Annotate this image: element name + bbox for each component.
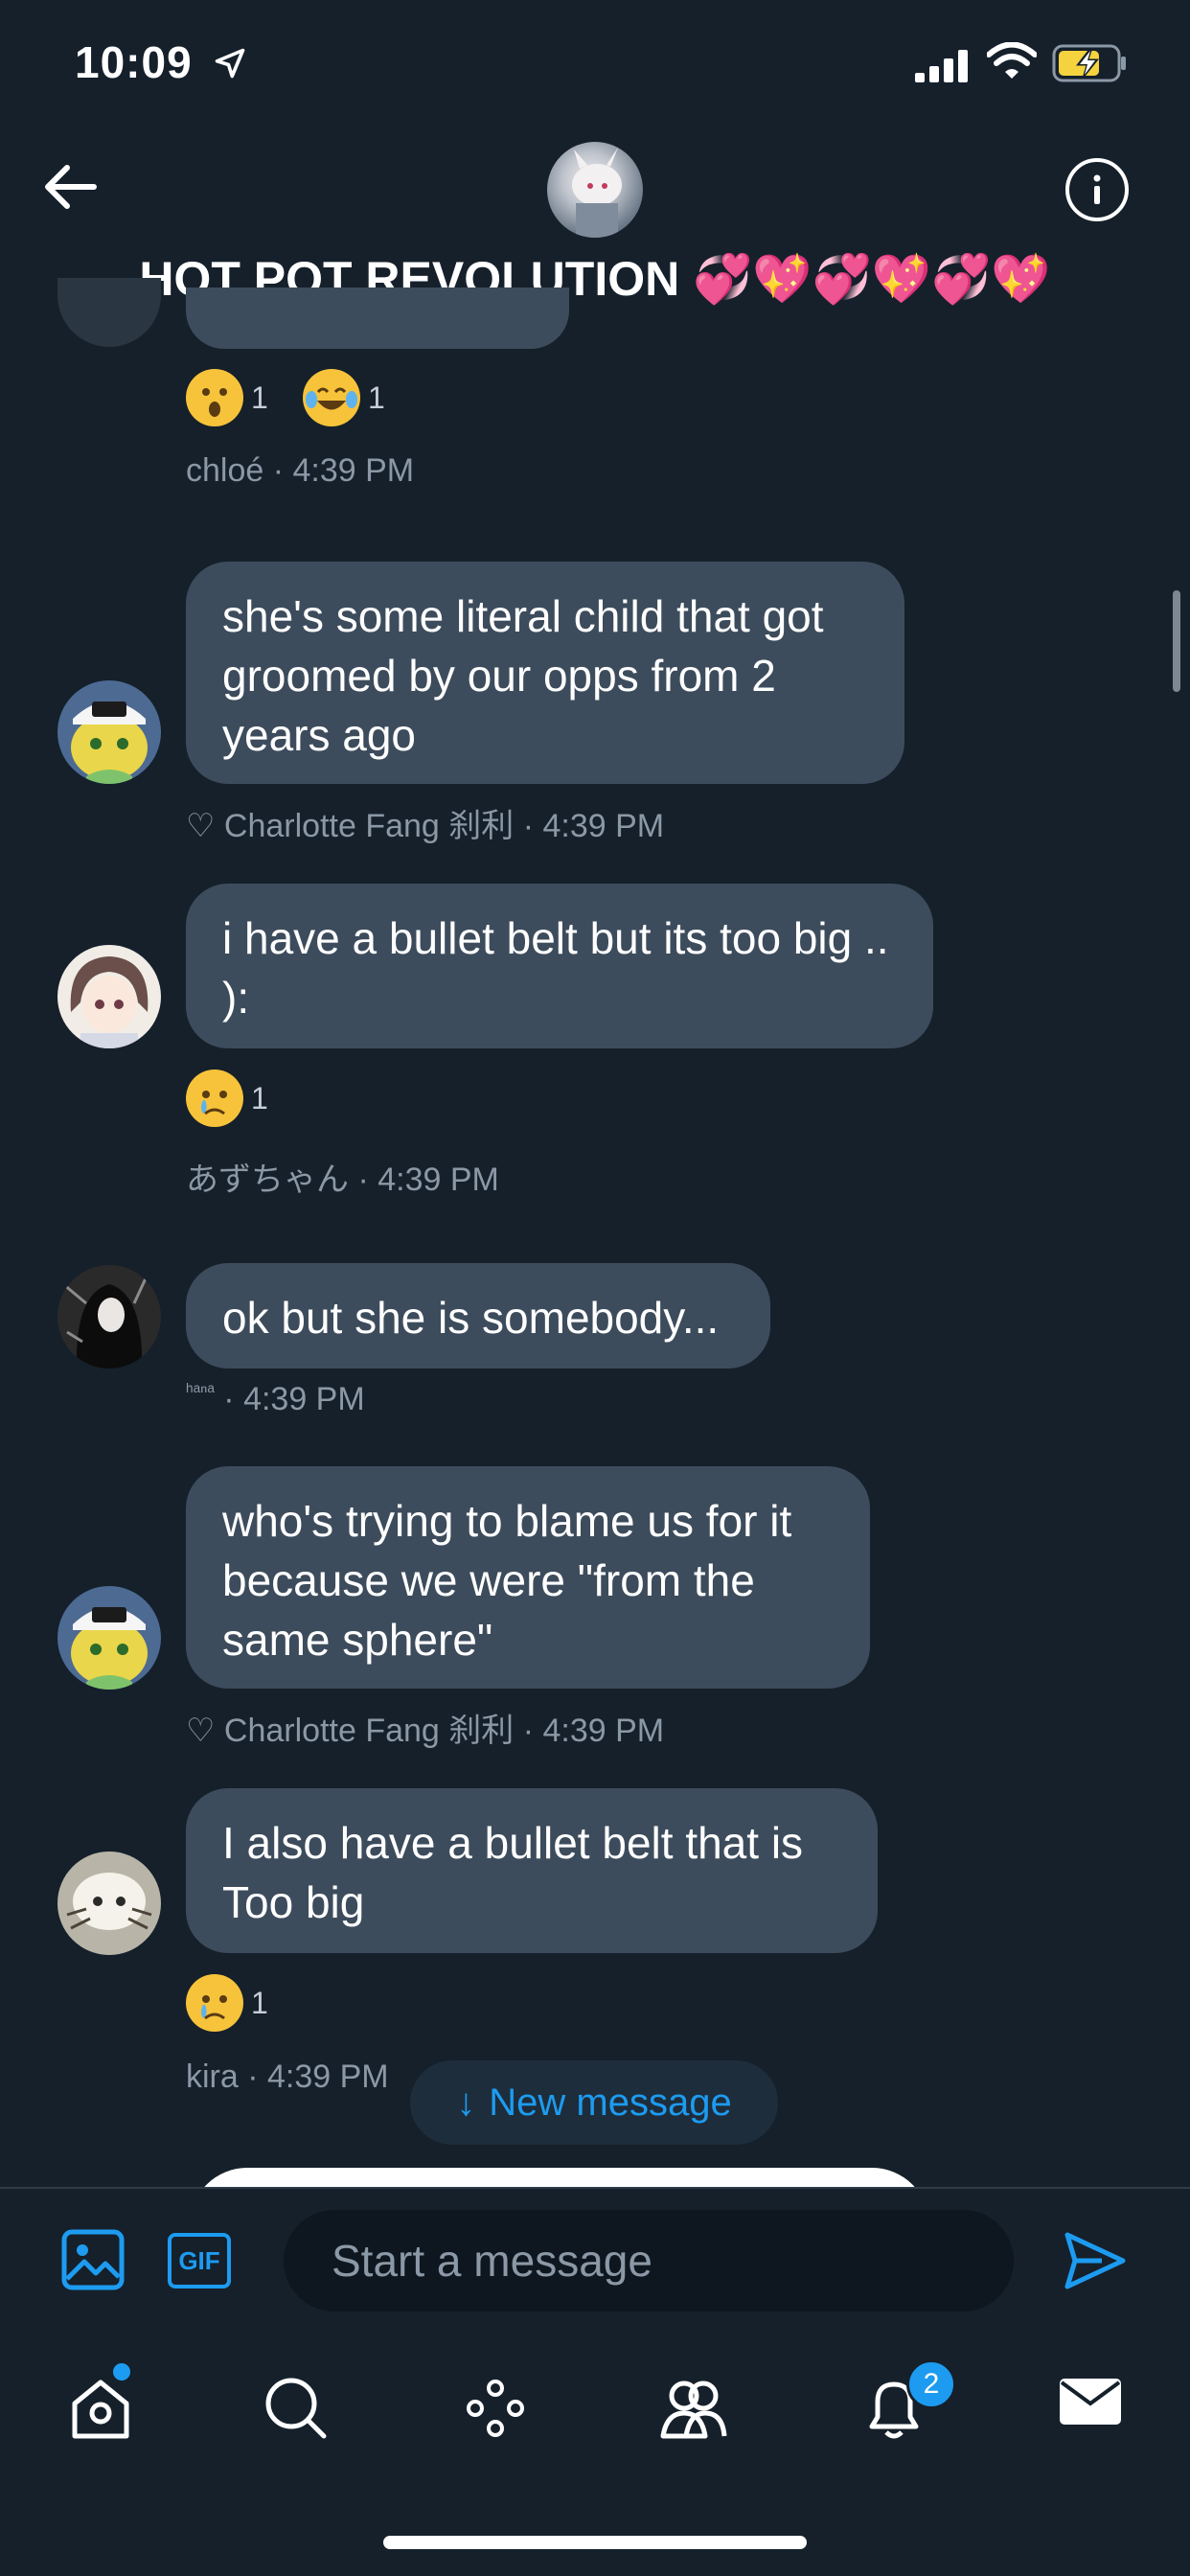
messages-envelope-icon[interactable] — [1060, 2375, 1121, 2428]
message-bubble[interactable]: i have a bullet belt but its too big .. … — [186, 884, 933, 1048]
search-icon[interactable] — [263, 2375, 330, 2442]
location-arrow-icon — [215, 48, 245, 79]
message-input[interactable] — [284, 2210, 1014, 2312]
message-bubble-partial — [186, 288, 569, 349]
avatar[interactable] — [57, 1586, 161, 1690]
astonished-emoji-icon — [186, 369, 243, 426]
home-indicator[interactable] — [383, 2536, 807, 2549]
message-meta: あずちゃん · 4:39 PM — [186, 1162, 499, 1198]
new-message-button[interactable]: ↓ New message — [410, 2060, 778, 2145]
reaction-count: 1 — [368, 380, 385, 415]
reaction-chip[interactable]: 1 — [303, 369, 385, 426]
scrollbar[interactable] — [1173, 590, 1180, 692]
communities-icon[interactable] — [657, 2375, 730, 2442]
avatar[interactable] — [57, 680, 161, 784]
send-icon[interactable] — [1064, 2231, 1127, 2290]
image-icon[interactable] — [61, 2229, 125, 2290]
avatar[interactable] — [57, 1852, 161, 1955]
info-button[interactable] — [1065, 158, 1129, 221]
message-bubble[interactable]: who's trying to blame us for it because … — [186, 1466, 870, 1689]
laughing-tears-emoji-icon — [303, 369, 360, 426]
group-avatar[interactable] — [547, 142, 643, 238]
crying-emoji-icon — [186, 1070, 243, 1127]
message-time: · 4:39 PM — [223, 1381, 365, 1417]
crying-emoji-icon — [186, 1974, 243, 2032]
avatar[interactable] — [57, 945, 161, 1048]
reaction-count: 1 — [251, 1985, 268, 2020]
reaction-chip[interactable]: 1 — [186, 1974, 268, 2032]
sender-name: ʰᵃⁿᵃ — [186, 1381, 215, 1402]
message-bubble[interactable]: ok but she is somebody... — [186, 1263, 770, 1368]
new-message-label: New message — [489, 2081, 732, 2124]
message-bubble[interactable]: she's some literal child that got groome… — [186, 562, 904, 784]
message-meta: chloé · 4:39 PM — [186, 452, 415, 489]
reaction-count: 1 — [251, 1080, 268, 1116]
reaction-chip[interactable]: 1 — [186, 369, 268, 426]
notifications-badge: 2 — [906, 2359, 956, 2409]
partial-avatar — [57, 278, 161, 347]
home-icon[interactable] — [67, 2375, 134, 2442]
conversation-title: HOT POT REVOLUTION 💞💖💞💖💞💖 — [139, 252, 1051, 306]
wifi-icon — [987, 42, 1037, 79]
down-arrow-icon: ↓ — [456, 2081, 476, 2124]
message-bubble[interactable]: I also have a bullet belt that is Too bi… — [186, 1788, 878, 1953]
message-meta: ♡ Charlotte Fang 刹利 · 4:39 PM — [186, 1713, 665, 1749]
reaction-chip[interactable]: 1 — [186, 1070, 268, 1127]
gif-button[interactable]: GIF — [168, 2233, 231, 2288]
spaces-icon[interactable] — [462, 2375, 529, 2442]
message-meta: ʰᵃⁿᵃ · 4:39 PM — [186, 1381, 365, 1418]
status-time: 10:09 — [75, 37, 193, 87]
home-notification-dot — [113, 2363, 130, 2380]
back-arrow-icon[interactable] — [38, 158, 105, 216]
reaction-count: 1 — [251, 380, 268, 415]
message-meta: kira · 4:39 PM — [186, 2058, 389, 2095]
cellular-signal-icon — [915, 50, 968, 82]
info-icon — [1093, 174, 1101, 204]
avatar[interactable] — [57, 1265, 161, 1368]
message-meta: ♡ Charlotte Fang 刹利 · 4:39 PM — [186, 808, 665, 844]
battery-charging-icon — [1052, 44, 1126, 82]
